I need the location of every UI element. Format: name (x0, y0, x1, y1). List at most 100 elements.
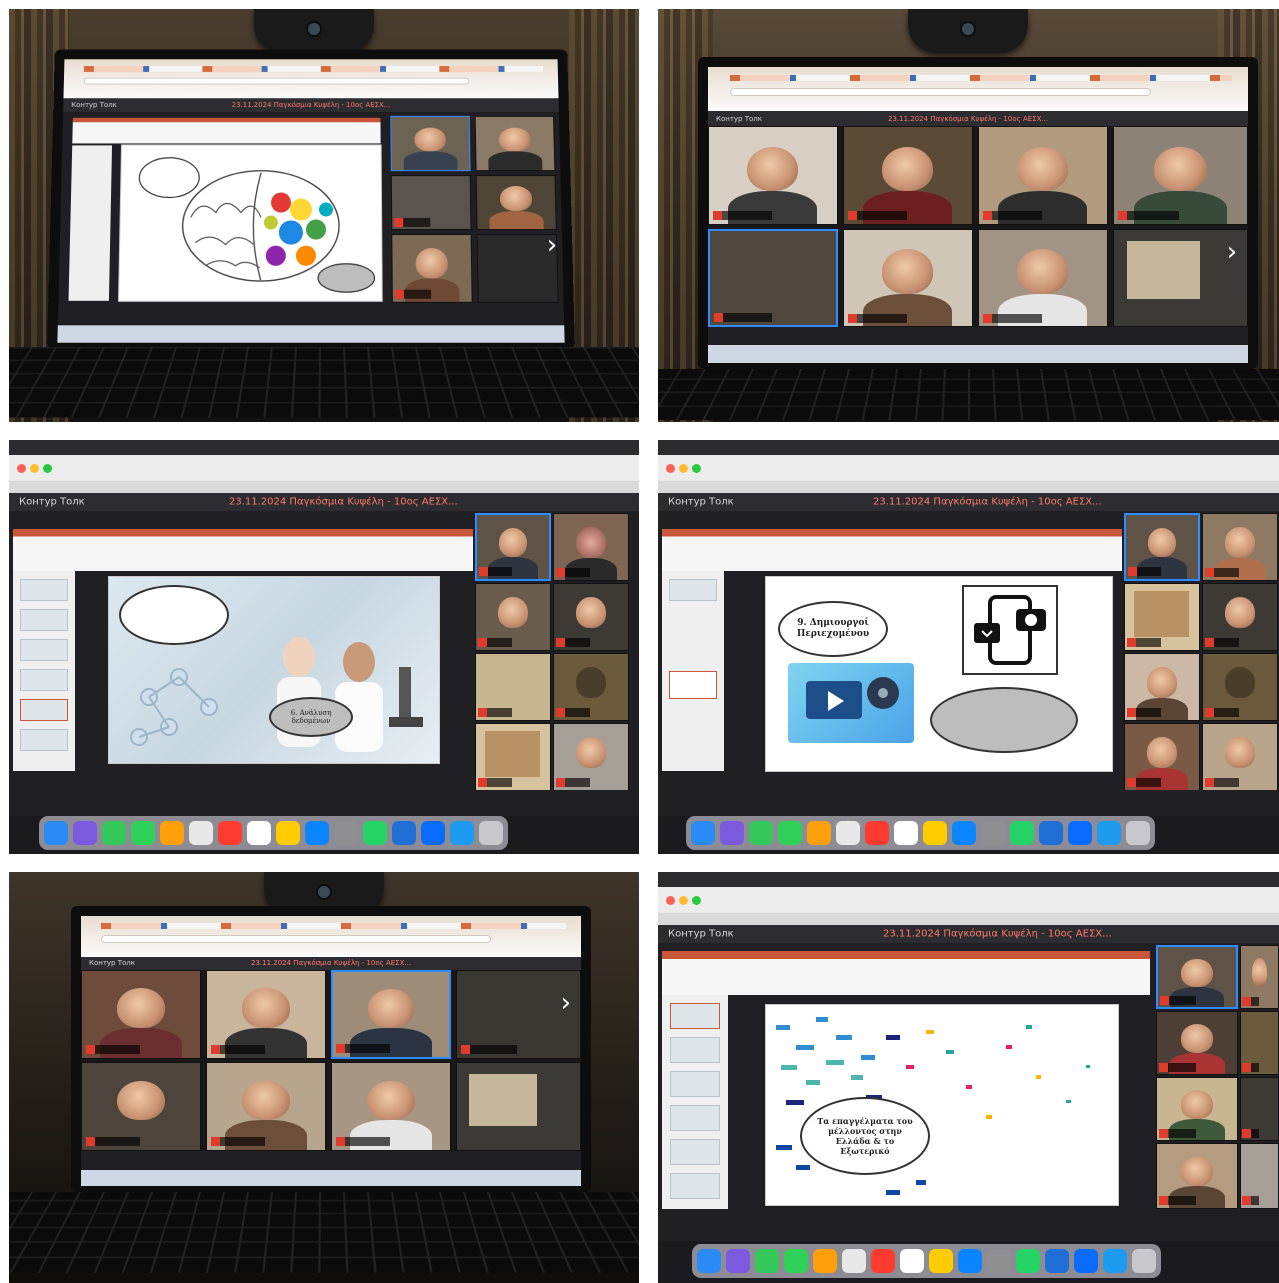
video-tile-active-speaker[interactable] (708, 229, 838, 328)
conference-controls[interactable] (658, 1215, 1279, 1241)
mac-menubar (658, 440, 1279, 455)
video-tile[interactable] (1240, 1077, 1279, 1141)
app-name: Контур Толк (19, 497, 85, 508)
calendar-icon (871, 1249, 895, 1273)
video-tile[interactable] (475, 583, 551, 651)
video-tile[interactable] (1240, 945, 1279, 1009)
laptop-display: Контур Толк 23.11.2024 Παγκόσμια Κυψέλη … (47, 50, 575, 349)
video-tile-active-speaker[interactable] (1124, 513, 1200, 581)
address-bar[interactable] (84, 78, 470, 85)
powerpoint-ribbon (662, 529, 1122, 571)
video-tile[interactable] (1156, 1077, 1238, 1141)
conference-header: Контур Толк 23.11.2024 Παγκόσμια Κυψέλη … (658, 493, 1279, 511)
video-tile[interactable] (81, 1062, 201, 1151)
mac-dock (39, 816, 508, 850)
video-tile[interactable] (81, 970, 201, 1059)
settings-icon (987, 1249, 1011, 1273)
browser-toolbar (81, 916, 581, 957)
video-tile[interactable] (1156, 1143, 1238, 1209)
video-tile[interactable] (843, 229, 973, 328)
video-tile[interactable] (1240, 1143, 1279, 1209)
video-tile[interactable] (553, 653, 629, 721)
powerpoint-ribbon (662, 951, 1150, 995)
video-tile[interactable] (978, 229, 1108, 328)
video-tile[interactable] (390, 116, 470, 171)
laptop-screen: Контур Толк 23.11.2024 Παγκόσμια Κυψέλη … (708, 67, 1248, 363)
slide-caption: 6. Ανάλυση δεδομένων (269, 697, 353, 737)
whatsapp-icon (363, 821, 387, 845)
video-tile[interactable] (553, 723, 629, 791)
video-tile-active-speaker[interactable] (475, 513, 551, 581)
whatsapp-icon (1010, 821, 1034, 845)
slide-thumbnails (662, 995, 728, 1209)
appstore-icon (305, 821, 329, 845)
video-tile[interactable] (1202, 653, 1278, 721)
next-page-icon[interactable]: › (561, 988, 571, 1018)
powerpoint-ribbon (13, 529, 473, 571)
zoom-icon (392, 821, 416, 845)
speech-bubble (930, 687, 1078, 753)
reminders-icon (247, 821, 271, 845)
mac-menubar (9, 440, 639, 455)
video-tile[interactable] (206, 1062, 326, 1151)
appstore-icon (958, 1249, 982, 1273)
video-tile[interactable] (708, 126, 838, 225)
video-tile[interactable] (1202, 513, 1278, 581)
contacts-icon (836, 821, 860, 845)
video-tile[interactable] (391, 175, 472, 231)
slide-heading: Τα επαγγέλματα του μέλλοντος στην Ελλάδα… (800, 1097, 930, 1175)
video-tile[interactable] (1202, 723, 1278, 791)
video-tile[interactable] (475, 723, 551, 791)
video-tile[interactable] (331, 1062, 451, 1151)
photo-laptop-video-grid: Контур Толк 23.11.2024 Παγκόσμια Κυψέλη … (658, 9, 1279, 422)
video-tile[interactable] (206, 970, 326, 1059)
video-tile[interactable] (391, 234, 472, 302)
conference-stage: Τα επαγγέλματα του μέλλοντος στην Ελλάδα… (658, 943, 1279, 1215)
photos-icon (160, 821, 184, 845)
video-tile-active-speaker[interactable] (331, 970, 451, 1059)
video-tile[interactable] (1124, 653, 1200, 721)
contacts-icon (189, 821, 213, 845)
telegram-icon (1103, 1249, 1127, 1273)
laptop-keyboard (9, 347, 639, 417)
video-tile[interactable] (843, 126, 973, 225)
shared-slide-brain (119, 145, 382, 300)
laptop-display: Контур Толк 23.11.2024 Παγκόσμια Κυψέλη … (698, 57, 1258, 369)
video-tile[interactable] (1240, 1011, 1279, 1075)
photos-icon (813, 1249, 837, 1273)
conference-controls[interactable] (708, 327, 1248, 345)
address-bar[interactable] (730, 88, 1151, 96)
contacts-icon (842, 1249, 866, 1273)
shared-slide-professions: Τα επαγγέλματα του μέλλοντος στην Ελλάδα… (766, 1005, 1118, 1205)
conference-controls[interactable] (658, 790, 1279, 816)
video-tile[interactable] (475, 653, 551, 721)
next-page-icon[interactable]: › (546, 230, 557, 260)
video-tile[interactable] (553, 583, 629, 651)
video-editing-illustration (788, 663, 914, 743)
conference-controls[interactable] (9, 790, 639, 816)
video-tile[interactable] (1202, 583, 1278, 651)
laptop-keyboard (9, 1192, 639, 1273)
address-bar[interactable] (101, 935, 491, 942)
video-tile[interactable] (1124, 583, 1200, 651)
reminders-icon (894, 821, 918, 845)
video-tile[interactable] (1156, 1011, 1238, 1075)
video-tile[interactable] (553, 513, 629, 581)
conference-header: Контур Толк 23.11.2024 Παγκόσμια Κυψέλη … (658, 925, 1279, 943)
video-tile[interactable] (475, 116, 556, 171)
conference-stage: 6. Ανάλυση δεδομένων (9, 511, 639, 801)
app-name: Контур Толк (716, 115, 762, 123)
photo-mac-professions-slide: Контур Толк 23.11.2024 Παγκόσμια Κυψέλη … (658, 872, 1279, 1283)
video-tile-active-speaker[interactable] (1156, 945, 1238, 1009)
video-tile[interactable] (456, 1062, 581, 1151)
app-name: Контур Толк (668, 929, 734, 940)
video-tile[interactable] (978, 126, 1108, 225)
video-tile[interactable] (1124, 723, 1200, 791)
conference-controls[interactable] (58, 311, 564, 325)
video-tile[interactable] (1113, 126, 1248, 225)
next-page-icon[interactable]: › (1227, 237, 1237, 267)
speech-bubble (119, 585, 229, 645)
conference-controls[interactable] (81, 1151, 581, 1167)
video-tile[interactable] (476, 175, 557, 231)
laptop-screen: Контур Толк 23.11.2024 Παγκόσμια Κυψέλη … (57, 59, 564, 342)
